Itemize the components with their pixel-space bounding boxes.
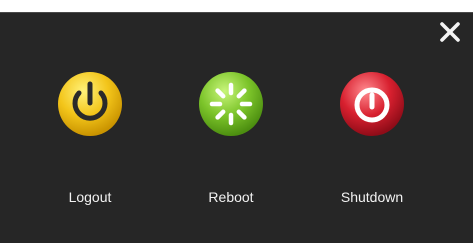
close-button[interactable] xyxy=(433,15,467,49)
reboot-button[interactable] xyxy=(198,71,264,137)
shutdown-button[interactable] xyxy=(339,71,405,137)
close-icon xyxy=(440,22,460,42)
logout-option[interactable]: Logout xyxy=(30,71,150,211)
shutdown-label: Shutdown xyxy=(340,189,404,205)
logout-label: Logout xyxy=(68,189,112,205)
restart-icon xyxy=(199,72,263,136)
power-options-dialog: Logout Reboot Shutdown xyxy=(0,12,473,243)
shutdown-option[interactable]: Shutdown xyxy=(312,71,432,211)
shutdown-icon xyxy=(340,72,404,136)
power-icon xyxy=(58,72,122,136)
logout-button[interactable] xyxy=(57,71,123,137)
reboot-option[interactable]: Reboot xyxy=(171,71,291,211)
reboot-label: Reboot xyxy=(208,189,254,205)
